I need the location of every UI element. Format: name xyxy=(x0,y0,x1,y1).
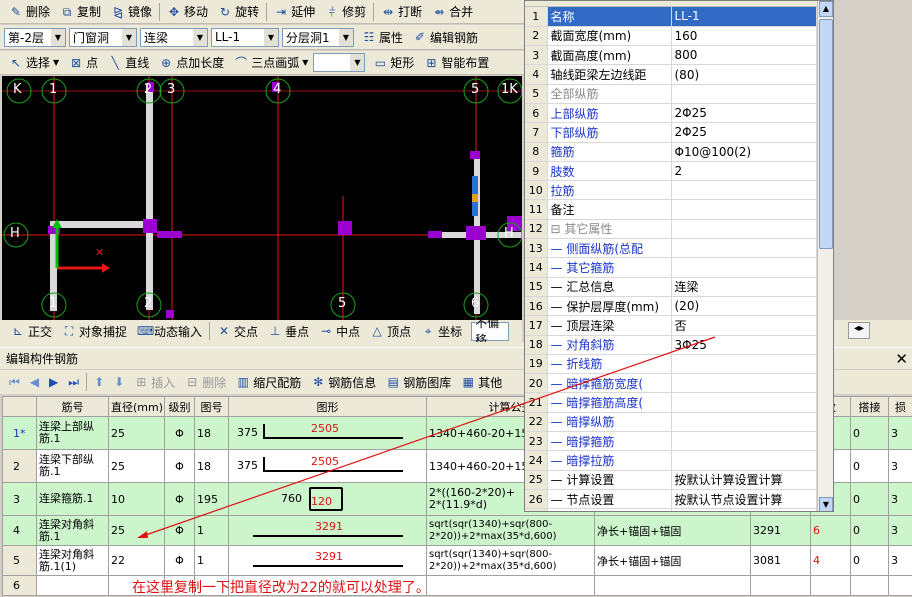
arrowhead xyxy=(137,531,148,538)
annotation-overlay xyxy=(0,0,912,596)
annotation-arrow xyxy=(140,337,715,537)
annotation-note: 在这里复制一下把直径改为22的就可以处理了。 xyxy=(132,577,430,597)
